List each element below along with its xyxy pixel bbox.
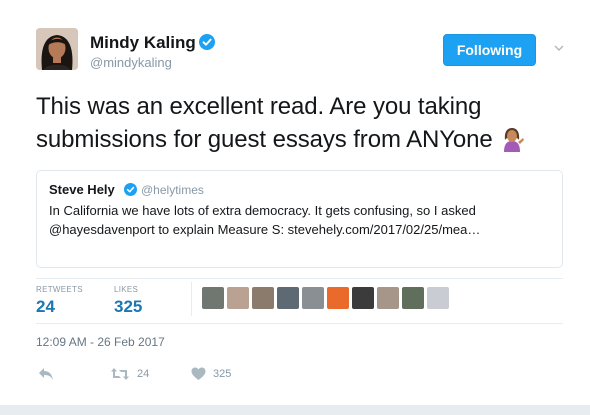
heart-icon (191, 367, 206, 380)
avatar[interactable] (36, 28, 78, 70)
chevron-down-icon[interactable] (553, 42, 565, 54)
liker-avatar[interactable] (327, 287, 349, 309)
likes-label[interactable]: LIKES (114, 285, 138, 294)
tweet-text: This was an excellent read. Are you taki… (36, 90, 566, 156)
quoted-tweet[interactable]: Steve Hely @helytimes In California we h… (36, 170, 563, 268)
retweets-label[interactable]: RETWEETS (36, 285, 83, 294)
liker-avatar[interactable] (302, 287, 324, 309)
page-background (0, 405, 590, 415)
author-name[interactable]: Mindy Kaling (90, 33, 196, 53)
woman-tipping-hand-emoji (503, 128, 524, 152)
like-button[interactable]: 325 (191, 366, 231, 382)
liker-avatar[interactable] (252, 287, 274, 309)
verified-badge-icon (199, 34, 215, 50)
stat-separator (191, 282, 192, 316)
liker-avatars (202, 287, 449, 311)
liker-avatar[interactable] (202, 287, 224, 309)
retweet-icon (111, 368, 129, 380)
like-count: 325 (213, 368, 232, 380)
divider (36, 323, 563, 324)
liker-avatar[interactable] (402, 287, 424, 309)
divider (36, 278, 563, 279)
following-button[interactable]: Following (443, 34, 536, 66)
quoted-tweet-text: In California we have lots of extra demo… (49, 203, 481, 237)
tweet-card: Mindy Kaling @mindykaling Following This… (0, 0, 590, 405)
likes-count[interactable]: 325 (114, 297, 142, 317)
reply-icon (39, 368, 53, 380)
retweets-count[interactable]: 24 (36, 297, 55, 317)
liker-avatar[interactable] (227, 287, 249, 309)
reply-button[interactable] (38, 366, 54, 382)
tweet-text-content: This was an excellent read. Are you taki… (36, 93, 493, 153)
liker-avatar[interactable] (352, 287, 374, 309)
timestamp[interactable]: 12:09 AM - 26 Feb 2017 (36, 335, 165, 349)
retweet-button[interactable]: 24 (110, 366, 149, 382)
retweet-count: 24 (137, 368, 150, 380)
quoted-author-handle[interactable]: @helytimes (141, 183, 204, 197)
liker-avatar[interactable] (277, 287, 299, 309)
author-handle[interactable]: @mindykaling (90, 55, 172, 70)
liker-avatar[interactable] (377, 287, 399, 309)
verified-badge-icon (124, 183, 137, 196)
liker-avatar[interactable] (427, 287, 449, 309)
quoted-author-name[interactable]: Steve Hely (49, 182, 115, 197)
